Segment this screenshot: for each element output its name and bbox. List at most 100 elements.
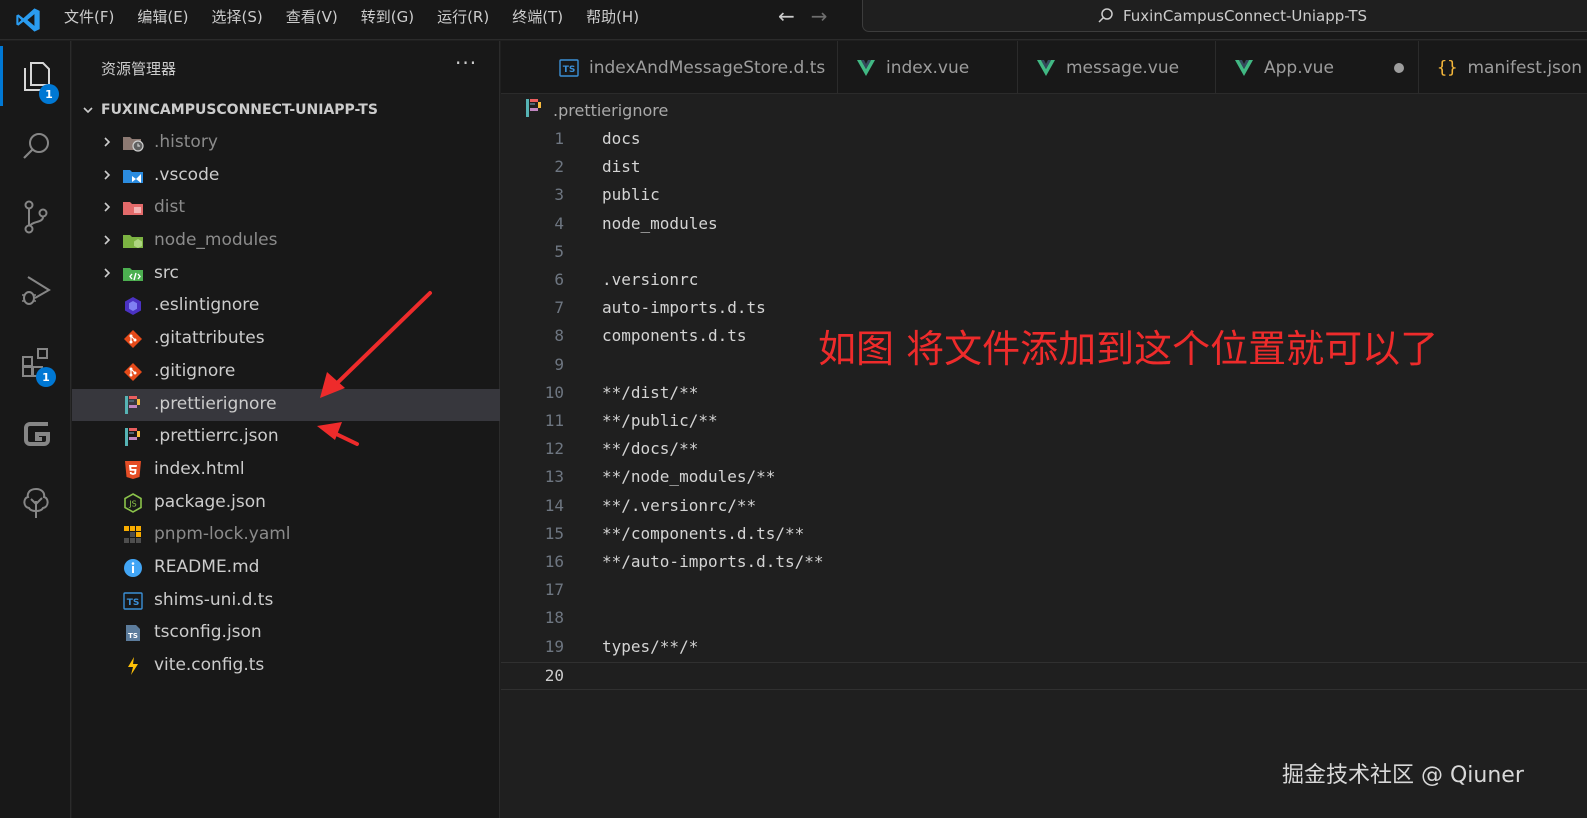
tree-item-dist[interactable]: dist	[72, 192, 500, 225]
tree-item-label: vite.config.ts	[154, 655, 265, 675]
code-editor[interactable]: 1 docs 2 dist 3 public 4 node_modules 5 6 .version…	[501, 126, 1587, 818]
menu-selection[interactable]: 选择(S)	[212, 6, 263, 27]
vue-icon	[856, 59, 876, 77]
code-line[interactable]: 12 **/docs/**	[501, 436, 1587, 464]
tree-icon	[22, 487, 49, 518]
code-line[interactable]: 15 **/components.d.ts/**	[501, 521, 1587, 549]
code-line[interactable]: 5	[501, 239, 1587, 267]
more-actions-button[interactable]: ···	[455, 51, 477, 75]
code-text: **/dist/**	[602, 382, 699, 402]
line-number: 19	[544, 636, 564, 656]
code-line[interactable]: 20	[501, 661, 1587, 690]
line-number: 8	[554, 326, 564, 346]
extensions-activity[interactable]: 1	[0, 333, 71, 393]
tree-item-src[interactable]: src	[72, 258, 500, 291]
command-center-search[interactable]: FuxinCampusConnect-Uniapp-TS	[862, 0, 1587, 32]
tree-item-gitignore[interactable]: .gitignore	[72, 356, 500, 389]
tree-item-label: .eslintignore	[154, 295, 260, 316]
menu-run[interactable]: 运行(R)	[437, 6, 489, 27]
line-number: 6	[554, 270, 564, 289]
search-activity[interactable]	[0, 116, 71, 176]
tab-index-vue[interactable]: index.vue	[838, 41, 1018, 94]
menu-view[interactable]: 查看(V)	[286, 6, 338, 27]
explorer-activity[interactable]: 1	[0, 46, 71, 106]
command-center-text: FuxinCampusConnect-Uniapp-TS	[1122, 6, 1368, 25]
tab-index-and-message-store[interactable]: TS indexAndMessageStore.d.ts	[541, 41, 838, 94]
svg-text:TS: TS	[127, 598, 140, 608]
tab-app-vue[interactable]: App.vue	[1216, 41, 1419, 94]
tree-item-readme[interactable]: README.md	[72, 552, 500, 585]
back-arrow-icon[interactable]: ←	[778, 4, 795, 28]
info-icon	[122, 558, 144, 577]
svg-text:TS: TS	[128, 632, 138, 640]
prettier-icon	[122, 395, 144, 414]
code-line[interactable]: 19 types/**/*	[501, 634, 1587, 662]
code-line[interactable]: 14 **/.versionrc/**	[501, 493, 1587, 521]
tab-manifest-json[interactable]: {} manifest.json	[1419, 41, 1587, 94]
project-name: FUXINCAMPUSCONNECT-UNIAPP-TS	[101, 102, 378, 118]
tree-item-eslintignore[interactable]: .eslintignore	[72, 290, 500, 323]
svg-text:JS: JS	[128, 499, 136, 508]
code-line[interactable]: 1 docs	[501, 126, 1587, 154]
tree-item-prettierignore[interactable]: .prettierignore	[72, 388, 500, 422]
forward-arrow-icon[interactable]: →	[811, 4, 828, 28]
code-text: **/auto-imports.d.ts/**	[602, 552, 824, 571]
tree-item-history[interactable]: .history	[72, 127, 500, 160]
code-text: components.d.ts	[602, 326, 747, 346]
code-line[interactable]: 4 node_modules	[501, 211, 1587, 239]
vue-icon	[1234, 59, 1254, 77]
code-line[interactable]: 18	[501, 605, 1587, 633]
code-line[interactable]: 11 **/public/**	[501, 408, 1587, 436]
chevron-right-icon	[104, 137, 111, 147]
tree-item-tsconfig[interactable]: TS tsconfig.json	[72, 617, 500, 650]
menu-terminal[interactable]: 终端(T)	[512, 6, 563, 27]
line-number: 9	[554, 354, 564, 374]
typescript-icon: TS	[559, 58, 579, 77]
code-line[interactable]: 3 public	[501, 182, 1587, 210]
code-line[interactable]: 16 **/auto-imports.d.ts/**	[501, 549, 1587, 577]
editor-tab-bar: TS indexAndMessageStore.d.ts index.vue m…	[501, 41, 1587, 94]
breadcrumb-file[interactable]: .prettierignore	[553, 101, 668, 120]
tree-item-node-modules[interactable]: node_modules	[72, 225, 500, 258]
code-line[interactable]: 10 **/dist/**	[501, 380, 1587, 408]
tree-item-vite-config[interactable]: vite.config.ts	[72, 650, 500, 683]
tree-item-shims-uni[interactable]: TS shims-uni.d.ts	[72, 585, 500, 618]
code-text: .versionrc	[602, 270, 699, 289]
tree-item-label: src	[154, 262, 179, 283]
project-root[interactable]: FUXINCAMPUSCONNECT-UNIAPP-TS	[72, 96, 500, 124]
line-number: 10	[544, 382, 564, 402]
tree-item-pnpm-lock[interactable]: pnpm-lock.yaml	[72, 519, 500, 552]
code-line[interactable]: 2 dist	[501, 154, 1587, 182]
line-number: 17	[544, 580, 564, 600]
menu-edit[interactable]: 编辑(E)	[137, 6, 188, 27]
prettier-icon	[122, 428, 144, 447]
unsaved-dot-icon[interactable]	[1394, 63, 1404, 73]
chevron-right-icon	[104, 235, 111, 245]
run-debug-activity[interactable]	[0, 260, 71, 320]
tab-message-vue[interactable]: message.vue	[1018, 41, 1216, 94]
menu-go[interactable]: 转到(G)	[361, 6, 414, 27]
menu-bar: 文件(F) 编辑(E) 选择(S) 查看(V) 转到(G) 运行(R) 终端(T…	[64, 0, 662, 32]
gitee-activity[interactable]	[0, 403, 71, 463]
code-text: types/**/*	[602, 636, 699, 656]
tree-item-vscode[interactable]: .vscode	[72, 160, 500, 193]
code-line[interactable]: 13 **/node_modules/**	[501, 464, 1587, 492]
line-number: 15	[544, 523, 564, 543]
tree-activity[interactable]	[0, 473, 71, 533]
svg-text:TS: TS	[563, 65, 576, 75]
code-text: node_modules	[602, 213, 718, 233]
node-modules-folder-icon	[122, 232, 144, 250]
tab-label: message.vue	[1066, 57, 1180, 78]
code-line[interactable]: 17	[501, 577, 1587, 605]
tree-item-index-html[interactable]: index.html	[72, 454, 500, 487]
tree-item-label: .gitattributes	[154, 328, 265, 349]
tree-item-gitattributes[interactable]: .gitattributes	[72, 323, 500, 356]
menu-file[interactable]: 文件(F)	[64, 6, 114, 27]
source-control-activity[interactable]	[0, 187, 71, 247]
menu-help[interactable]: 帮助(H)	[586, 6, 639, 27]
line-number: 16	[544, 552, 564, 571]
code-text: **/node_modules/**	[602, 467, 776, 487]
tree-item-prettierrc[interactable]: .prettierrc.json	[72, 421, 500, 454]
tree-item-package-json[interactable]: JS package.json	[72, 487, 500, 520]
code-line[interactable]: 6 .versionrc	[501, 267, 1587, 295]
